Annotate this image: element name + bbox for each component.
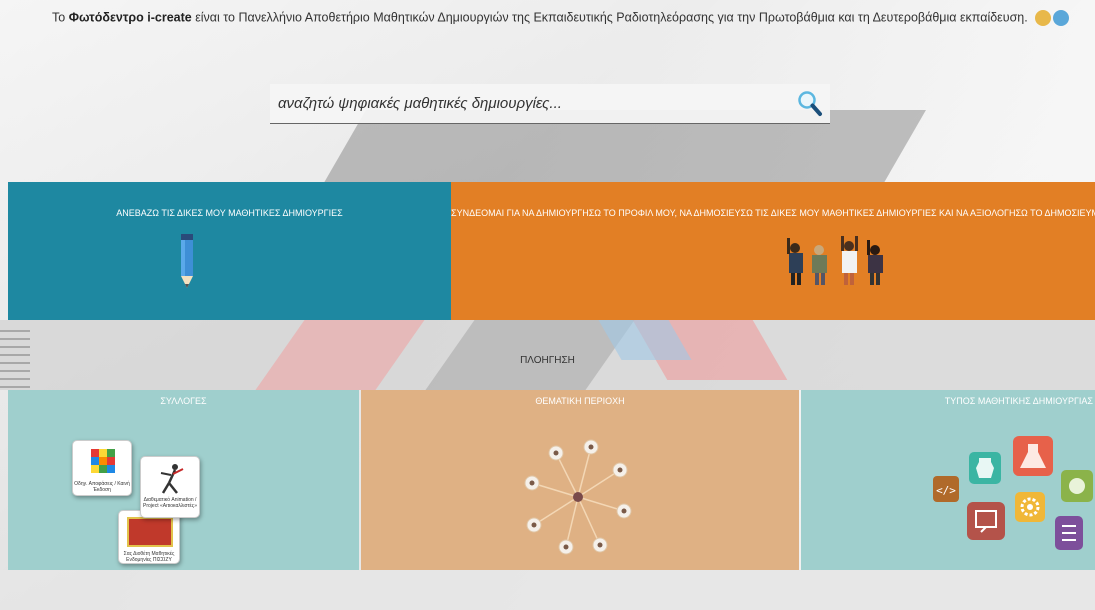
thematic-area-tile[interactable]: ΘΕΜΑΤΙΚΗ ΠΕΡΙΟΧΗ [361,390,799,570]
collection-card: Διαθεματικό Animation / Project «Αιτιοκα… [140,456,200,518]
upload-tile-title: ΑΝΕΒΑΖΩ ΤΙΣ ΔΙΚΕΣ ΜΟΥ ΜΑΘΗΤΙΚΕΣ ΔΗΜΙΟΥΡΓ… [116,208,343,218]
rubiks-cube-image [91,449,115,473]
collections-tile[interactable]: ΣΥΛΛΟΓΕΣ Σας Διοθέτη Μαθητικές Ενδομηνίε… [8,390,359,570]
pencil-icon [181,234,193,288]
vase-icon [969,452,1001,484]
gear-icon [1015,492,1045,522]
search-button[interactable] [790,84,830,124]
animation-figure-image [160,464,184,494]
presentation-icon [967,502,1005,540]
upload-creations-tile[interactable]: ΑΝΕΒΑΖΩ ΤΙΣ ΔΙΚΕΣ ΜΟΥ ΜΑΘΗΤΙΚΕΣ ΔΗΜΙΟΥΡΓ… [8,182,451,320]
background-footer-band [0,570,1095,610]
collections-tile-title: ΣΥΛΛΟΓΕΣ [160,396,207,406]
collection-card-caption: Διαθεματικό Animation / Project «Αιτιοκα… [143,497,197,509]
brand-name: Φωτόδεντρο i-create [68,10,192,25]
collection-card: Οδηγ. Αποφάσεις / Καινή Έκδοση [72,440,132,496]
puzzle-icon [1061,470,1093,502]
flask-icon [1013,436,1053,476]
intro-badges [1035,10,1070,26]
types-tile-title: ΤΥΠΟΣ ΜΑΘΗΤΙΚΗΣ ΔΗΜΙΟΥΡΓΙΑΣ [944,396,1093,406]
magnifier-icon [798,90,822,116]
login-tile-title: ΣΥΝΔΕΟΜΑΙ ΓΙΑ ΝΑ ΔΗΜΙΟΥΡΓΗΣΩ ΤΟ ΠΡΟΦΙΛ Μ… [451,208,1095,218]
students-cheering-icon [787,236,883,285]
code-icon: </> [933,476,959,502]
document-icon [1055,516,1083,550]
globe-badge-icon [1053,10,1070,26]
creation-type-tile[interactable]: ΤΥΠΟΣ ΜΑΘΗΤΙΚΗΣ ΔΗΜΙΟΥΡΓΙΑΣ </> [801,390,1095,570]
login-profile-tile[interactable]: ΣΥΝΔΕΟΜΑΙ ΓΙΑ ΝΑ ΔΗΜΙΟΥΡΓΗΣΩ ΤΟ ΠΡΟΦΙΛ Μ… [451,182,1095,320]
search-bar [270,84,830,124]
svg-text:</>: </> [936,484,956,497]
network-nodes-icon [524,439,632,555]
collection-card-caption: Σας Διοθέτη Μαθητικές Ενδομηνίες ΠΙΣΣΙΖΥ [123,551,175,563]
shield-icon [1035,10,1052,26]
creation-types-icon-cluster: </> [933,436,1093,550]
intro-suffix: είναι το Πανελλήνιο Αποθετήριο Μαθητικών… [191,10,1028,25]
navigation-heading: ΠΛΟΗΓΗΣΗ [520,355,575,366]
collection-card: Σας Διοθέτη Μαθητικές Ενδομηνίες ΠΙΣΣΙΖΥ [118,510,180,564]
search-input[interactable] [270,84,790,123]
intro-prefix: Το [52,10,69,25]
intro-text: Το Φωτόδεντρο i-create είναι το Πανελλήν… [52,10,1092,26]
book-cover-image [127,517,173,547]
thematic-tile-title: ΘΕΜΑΤΙΚΗ ΠΕΡΙΟΧΗ [535,396,625,406]
collection-card-caption: Οδηγ. Αποφάσεις / Καινή Έκδοση [74,481,130,493]
